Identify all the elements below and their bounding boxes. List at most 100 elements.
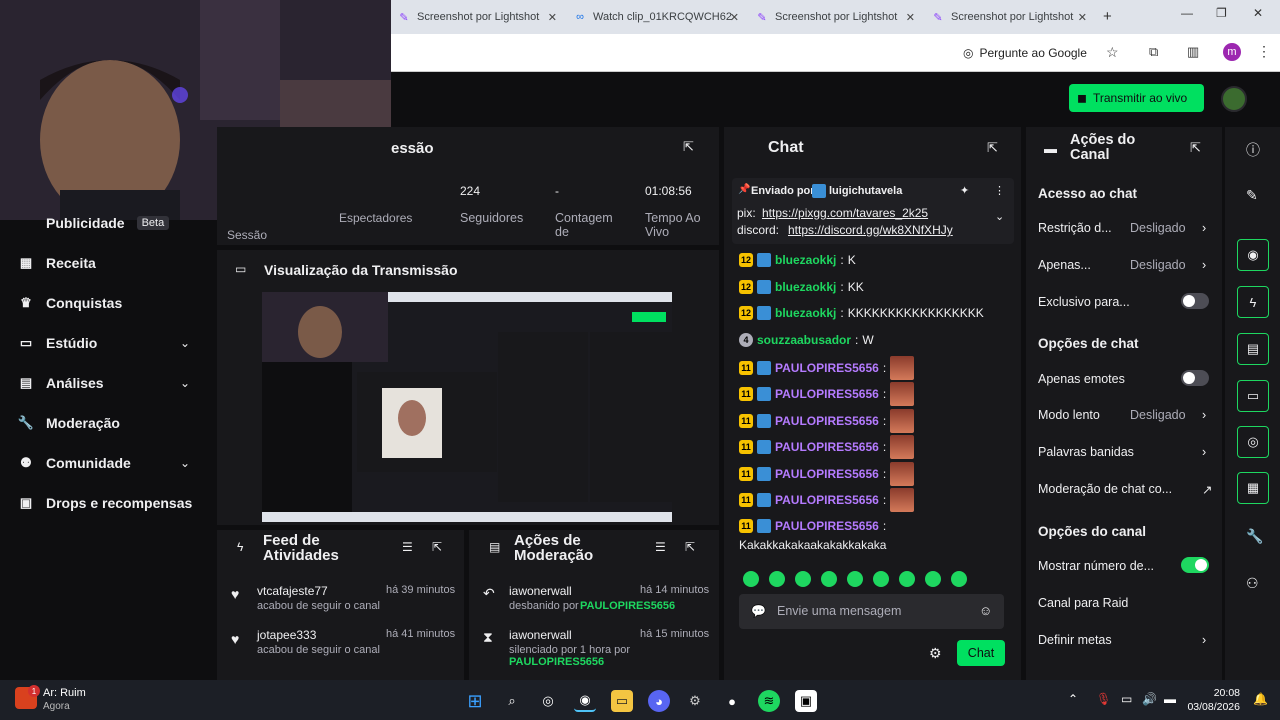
- show-count-toggle[interactable]: [1181, 557, 1209, 573]
- set-goals-setting[interactable]: Definir metas ›: [1038, 633, 1210, 647]
- popout-icon[interactable]: ⇱: [987, 140, 998, 156]
- sidepanel-icon[interactable]: ▥: [1187, 44, 1199, 60]
- emote-suggestions[interactable]: [743, 571, 1013, 587]
- steam-icon[interactable]: ◎: [537, 690, 559, 712]
- battery-icon[interactable]: ▬: [1164, 692, 1176, 706]
- banned-words-setting[interactable]: Palavras banidas ›: [1038, 445, 1210, 459]
- rail-button-layout[interactable]: ▦: [1237, 472, 1269, 504]
- info-icon[interactable]: ⓘ: [1246, 140, 1260, 160]
- close-icon[interactable]: ✕: [1078, 11, 1087, 24]
- mod-by[interactable]: PAULOPIRES5656: [580, 600, 675, 612]
- chat-username[interactable]: PAULOPIRES5656: [775, 493, 879, 507]
- exclusive-toggle[interactable]: [1181, 293, 1209, 309]
- close-window-icon[interactable]: ✕: [1253, 6, 1263, 20]
- only-setting[interactable]: Apenas... Desligado ›: [1038, 258, 1210, 272]
- emoji-icon[interactable]: ☺: [979, 603, 992, 618]
- popout-icon[interactable]: ⇱: [683, 139, 694, 155]
- chevron-down-icon[interactable]: ⌄: [180, 456, 190, 470]
- settings-icon[interactable]: ⚙: [684, 690, 706, 712]
- minimize-icon[interactable]: —: [1181, 6, 1193, 20]
- chat-username[interactable]: PAULOPIRES5656: [775, 387, 879, 401]
- sidebar-item-achievements[interactable]: ♛ Conquistas: [18, 295, 122, 311]
- browser-tab[interactable]: ✎ Screenshot por Lightshot ✕: [931, 6, 1087, 28]
- raid-channel-setting[interactable]: Canal para Raid: [1038, 596, 1210, 610]
- close-icon[interactable]: ✕: [906, 11, 915, 24]
- sidebar-item-revenue[interactable]: ▦ Receita: [18, 255, 96, 271]
- rail-button-bolt[interactable]: ϟ: [1237, 286, 1269, 318]
- gear-icon[interactable]: ⚙: [929, 645, 942, 662]
- new-tab-icon[interactable]: +: [1103, 8, 1112, 25]
- chat-username[interactable]: PAULOPIRES5656: [775, 467, 879, 481]
- chevron-up-icon[interactable]: ⌃: [1068, 692, 1078, 706]
- notification-icon[interactable]: 🔔: [1253, 692, 1268, 706]
- rail-button-chat[interactable]: ▭: [1237, 380, 1269, 412]
- chat-username[interactable]: bluezaokkj: [775, 306, 836, 320]
- pinned-user[interactable]: luigichutavela: [829, 185, 902, 197]
- spotify-icon[interactable]: ≋: [758, 690, 780, 712]
- browser-tab[interactable]: ✎ Screenshot por Lightshot ✕: [755, 6, 915, 28]
- maximize-icon[interactable]: ❐: [1216, 6, 1227, 20]
- display-icon[interactable]: ▭: [1121, 692, 1132, 706]
- browser-tab[interactable]: ✎ Screenshot por Lightshot ✕: [397, 6, 557, 28]
- star-icon[interactable]: ☆: [1106, 44, 1119, 61]
- mod-by[interactable]: PAULOPIRES5656: [509, 656, 604, 668]
- windows-start-icon[interactable]: ⊞: [464, 690, 486, 712]
- chat-username[interactable]: bluezaokkj: [775, 253, 836, 267]
- stream-preview-video[interactable]: [262, 292, 672, 522]
- sidebar-item-moderation[interactable]: 🔧 Moderação: [18, 415, 120, 431]
- rail-button-broadcast[interactable]: ◎: [1237, 426, 1269, 458]
- pencil-icon[interactable]: ✎: [1246, 187, 1258, 204]
- chat-username[interactable]: PAULOPIRES5656: [775, 440, 879, 454]
- unpin-icon[interactable]: ✦: [960, 184, 969, 197]
- sidebar-item-drops[interactable]: ▣ Drops e recompensas: [18, 495, 192, 511]
- sidebar-item-analytics[interactable]: ▤ Análises: [18, 375, 104, 391]
- discord-icon[interactable]: ◕: [648, 690, 670, 712]
- pinned-link[interactable]: https://discord.gg/wk8XNfXHJy: [788, 223, 953, 237]
- browser-tab[interactable]: ∞ Watch clip_01KRCQWCH62 ✕: [573, 6, 739, 28]
- search-icon[interactable]: ⌕: [501, 690, 523, 712]
- sidebar-item-studio[interactable]: ▭ Estúdio: [18, 335, 98, 351]
- chevron-down-icon[interactable]: ⌄: [180, 376, 190, 390]
- chat-restriction-setting[interactable]: Restrição d... Desligado ›: [1038, 221, 1210, 235]
- popout-icon[interactable]: ⇱: [1190, 140, 1201, 156]
- user-avatar[interactable]: [1221, 86, 1247, 112]
- volume-icon[interactable]: 🔊: [1142, 692, 1157, 706]
- popout-icon[interactable]: ⇱: [685, 540, 695, 554]
- chevron-down-icon[interactable]: ⌄: [995, 210, 1004, 223]
- extensions-icon[interactable]: ⧉: [1149, 44, 1158, 60]
- more-icon[interactable]: ⋮: [994, 184, 1005, 197]
- menu-icon[interactable]: ⋮: [1257, 43, 1271, 60]
- ask-google-button[interactable]: ◎ Pergunte ao Google: [963, 42, 1087, 64]
- chrome-icon[interactable]: ◉: [574, 690, 596, 712]
- capture-icon[interactable]: ▣: [795, 690, 817, 712]
- chat-input[interactable]: 💬 Envie uma mensagem ☺: [739, 594, 1004, 629]
- close-icon[interactable]: ✕: [548, 11, 557, 24]
- filter-icon[interactable]: ☰: [402, 540, 413, 554]
- folder-icon[interactable]: ▭: [611, 690, 633, 712]
- obs-icon[interactable]: ●: [721, 690, 743, 712]
- chevron-down-icon[interactable]: ⌄: [180, 336, 190, 350]
- popout-icon[interactable]: ⇱: [432, 540, 442, 554]
- filter-icon[interactable]: ☰: [655, 540, 666, 554]
- chat-username[interactable]: bluezaokkj: [775, 280, 836, 294]
- rail-button-camera[interactable]: ◉: [1237, 239, 1269, 271]
- pinned-link[interactable]: https://pixgg.com/tavares_2k25: [762, 206, 928, 220]
- weather-label[interactable]: Ar: Ruim: [43, 687, 86, 699]
- wrench-icon[interactable]: 🔧: [1246, 528, 1263, 545]
- microphone-icon[interactable]: 🎙: [1096, 692, 1111, 706]
- profile-avatar[interactable]: m: [1223, 43, 1241, 61]
- clock-date[interactable]: 03/08/2026: [1180, 701, 1240, 713]
- chat-username[interactable]: PAULOPIRES5656: [775, 414, 879, 428]
- chat-username[interactable]: souzzaabusador: [757, 333, 851, 347]
- chat-moderation-setting[interactable]: Moderação de chat co... ↗: [1038, 482, 1212, 497]
- rail-button-clipboard[interactable]: ▤: [1237, 333, 1269, 365]
- chat-send-button[interactable]: Chat: [957, 640, 1005, 666]
- nodes-icon[interactable]: ⚇: [1246, 575, 1259, 592]
- slow-mode-setting[interactable]: Modo lento Desligado ›: [1038, 408, 1210, 422]
- clock-time[interactable]: 20:08: [1192, 687, 1240, 699]
- emote-only-toggle[interactable]: [1181, 370, 1209, 386]
- go-live-button[interactable]: ◼ Transmitir ao vivo: [1069, 84, 1204, 112]
- chat-username[interactable]: PAULOPIRES5656: [775, 361, 879, 375]
- close-icon[interactable]: ✕: [730, 11, 739, 24]
- chat-username[interactable]: PAULOPIRES5656: [775, 519, 879, 533]
